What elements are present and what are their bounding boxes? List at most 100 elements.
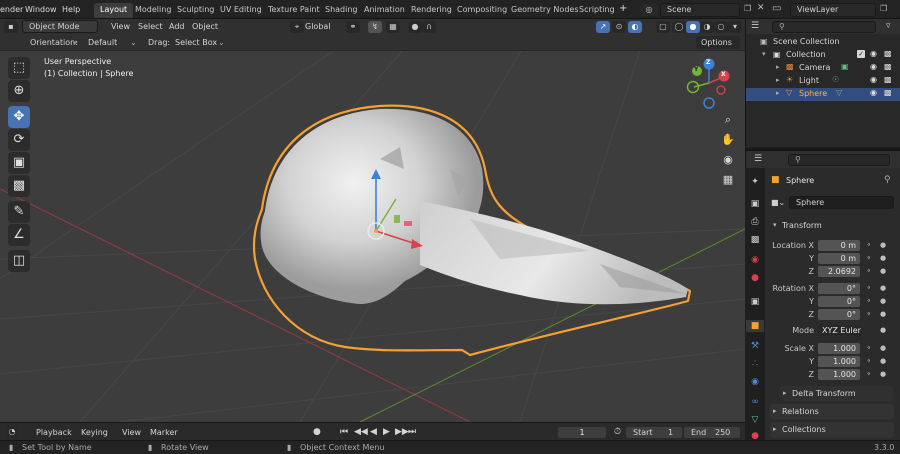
keyframe-dot-icon[interactable]: ● [880, 357, 886, 365]
expand-chevron-right-icon[interactable]: ▸ [776, 63, 780, 71]
object-mode-dropdown[interactable]: Object Mode [22, 20, 98, 33]
tab-layout[interactable]: Layout [94, 3, 134, 18]
lock-icon[interactable]: ⚬ [866, 284, 872, 292]
outliner-row-scene-collection[interactable]: ▣ Scene Collection [746, 36, 900, 49]
keyframe-dot-icon[interactable]: ● [880, 370, 886, 378]
relations-panel[interactable]: ▸ Relations [770, 404, 894, 419]
object-tab-icon[interactable]: ■ [746, 320, 764, 332]
add-cube-tool-icon[interactable]: ◫ [8, 250, 30, 272]
rotation-x-field[interactable]: 0° [818, 283, 860, 294]
drag-dropdown[interactable]: Select Box [175, 38, 217, 47]
transform-orientation-icon[interactable]: ⌖ [290, 21, 304, 33]
keyframe-dot-icon[interactable]: ● [880, 284, 886, 292]
keyframe-dot-icon[interactable]: ● [880, 326, 886, 334]
modifier-tab-icon[interactable]: ⚒ [749, 340, 761, 352]
eye-icon[interactable]: ◉ [870, 75, 877, 84]
lock-icon[interactable]: ⚬ [866, 344, 872, 352]
jump-end-icon[interactable]: ⏭ [408, 427, 416, 437]
rotate-tool-icon[interactable]: ⟳ [8, 129, 30, 151]
proportional-editing-icon[interactable]: ● [408, 21, 422, 33]
gizmo-y-plane[interactable] [394, 215, 400, 223]
eye-icon[interactable]: ◉ [870, 62, 877, 71]
menu-view[interactable]: View [122, 428, 141, 437]
eye-icon[interactable]: ◉ [870, 88, 877, 97]
menu-add[interactable]: Add [169, 22, 185, 31]
constraints-tab-icon[interactable]: ∞ [749, 396, 761, 408]
delta-transform-panel[interactable]: ▸ Delta Transform [780, 386, 894, 401]
menu-view[interactable]: View [111, 22, 130, 31]
new-scene-icon[interactable]: ❐ [744, 4, 751, 13]
location-x-field[interactable]: 0 m [818, 240, 860, 251]
end-frame-field[interactable]: End 250 [684, 427, 740, 438]
snap-icon[interactable]: ↯ [368, 21, 382, 33]
transform-orientation-value[interactable]: Global [305, 22, 331, 31]
play-icon[interactable]: ▶ [383, 427, 390, 437]
jump-start-icon[interactable]: ⏮ [340, 427, 348, 437]
scale-tool-icon[interactable]: ▣ [8, 152, 30, 174]
render-tab-icon[interactable]: ▣ [749, 198, 761, 210]
collection-tab-icon[interactable]: ▣ [749, 296, 761, 308]
rendered-shading-icon[interactable]: ○ [714, 21, 728, 33]
object-gizmo-icon[interactable]: ↗ [596, 21, 610, 33]
mesh-data-icon[interactable]: ▽ [836, 88, 842, 97]
timeline-editor-icon[interactable]: ◔ [5, 426, 19, 438]
collections-panel[interactable]: ▸ Collections [770, 422, 894, 438]
move-tool-icon[interactable]: ✥ [8, 106, 30, 128]
tab-compositing[interactable]: Compositing [451, 3, 513, 18]
tab-shading[interactable]: Shading [319, 3, 364, 18]
menu-marker[interactable]: Marker [150, 428, 178, 437]
physics-tab-icon[interactable]: ◉ [749, 376, 761, 388]
add-workspace-button[interactable]: + [619, 3, 627, 14]
outliner-search-input[interactable]: ⚲ [772, 21, 876, 33]
properties-editor-icon[interactable]: ☰ [754, 154, 762, 164]
tab-uv-editing[interactable]: UV Editing [214, 3, 268, 18]
lock-icon[interactable]: ⚬ [866, 267, 872, 275]
lock-icon[interactable]: ⚬ [866, 297, 872, 305]
select-box-tool-icon[interactable]: ⬚ [8, 57, 30, 79]
location-z-field[interactable]: 2.0692 [818, 266, 860, 277]
solid-shading-icon[interactable]: ● [686, 21, 700, 33]
keyframe-dot-icon[interactable]: ● [880, 254, 886, 262]
tab-sculpting[interactable]: Sculpting [171, 3, 220, 18]
pin-icon[interactable]: ⚲ [884, 175, 891, 185]
view-layer-field[interactable]: ViewLayer [790, 3, 876, 17]
transform-panel-header[interactable]: ▾ Transform [770, 218, 894, 233]
menu-select[interactable]: Select [138, 22, 163, 31]
pivot-point-icon[interactable]: ⚭ [346, 21, 360, 33]
object-name-field[interactable]: Sphere [789, 196, 894, 209]
lock-icon[interactable]: ⚬ [866, 310, 872, 318]
shading-options-icon[interactable]: ▾ [728, 21, 742, 33]
keyframe-dot-icon[interactable]: ● [880, 297, 886, 305]
view-layer-icon[interactable]: ▭ [772, 3, 781, 14]
menu-playback[interactable]: Playback [36, 428, 72, 437]
options-button[interactable]: Options [696, 36, 740, 49]
start-frame-field[interactable]: Start 1 [626, 427, 682, 438]
scale-z-field[interactable]: 1.000 [818, 369, 860, 380]
scene-tab-icon[interactable]: ◉ [749, 254, 761, 266]
material-preview-icon[interactable]: ◑ [700, 21, 714, 33]
outliner-row-light[interactable]: ▸ ☀ Light ☉ ◉ ▩ [746, 75, 900, 88]
wireframe-shading-icon[interactable]: ◯ [672, 21, 686, 33]
camera-render-icon[interactable]: ▩ [884, 88, 892, 97]
new-view-layer-icon[interactable]: ❐ [880, 4, 887, 13]
tool-tab-icon[interactable]: ✦ [749, 176, 761, 188]
world-tab-icon[interactable]: ● [749, 272, 761, 284]
menu-help[interactable]: Help [62, 5, 80, 14]
camera-render-icon[interactable]: ▩ [884, 49, 892, 58]
menu-blender[interactable]: ender [0, 5, 23, 14]
overlays-icon[interactable]: ◐ [628, 21, 642, 33]
cursor-tool-icon[interactable]: ⊕ [8, 80, 30, 102]
outliner-row-collection[interactable]: ▾ ▣ Collection ✓ ◉ ▩ [746, 49, 900, 62]
data-tab-icon[interactable]: ▽ [749, 414, 761, 426]
filter-icon[interactable]: ▿ [886, 21, 891, 31]
keyframe-dot-icon[interactable]: ● [880, 241, 886, 249]
camera-view-icon[interactable]: ◉ [718, 150, 738, 170]
lock-icon[interactable]: ⚬ [866, 357, 872, 365]
tab-rendering[interactable]: Rendering [405, 3, 458, 18]
scale-y-field[interactable]: 1.000 [818, 356, 860, 367]
expand-chevron-right-icon[interactable]: ▸ [776, 89, 780, 97]
scene-icon[interactable]: ◎ [640, 4, 658, 16]
editor-type-icon[interactable]: ▪ [4, 21, 18, 33]
camera-render-icon[interactable]: ▩ [884, 75, 892, 84]
outliner-editor-icon[interactable]: ☰ [751, 21, 759, 31]
